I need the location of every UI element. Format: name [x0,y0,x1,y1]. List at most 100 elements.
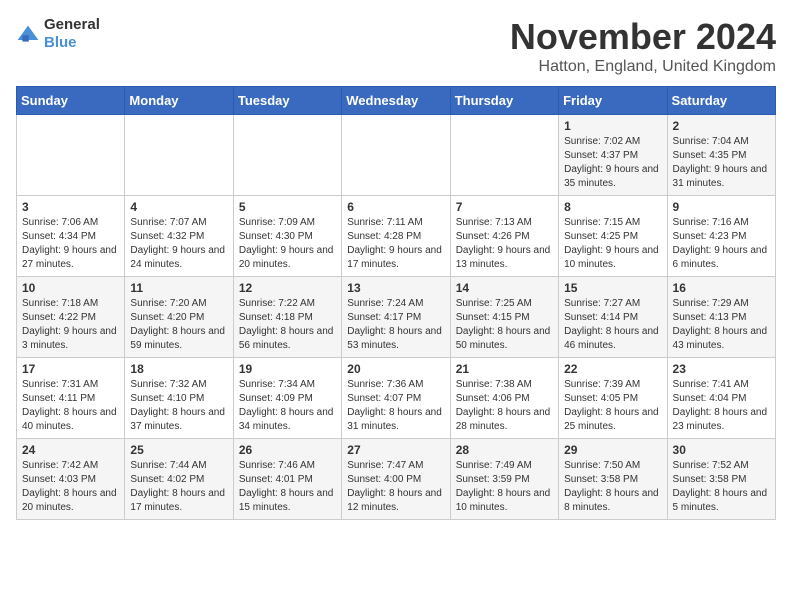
day-info: Sunrise: 7:16 AM Sunset: 4:23 PM Dayligh… [673,216,770,272]
day-number: 10 [22,281,119,295]
calendar-week-1: 1Sunrise: 7:02 AM Sunset: 4:37 PM Daylig… [17,115,776,196]
day-number: 17 [22,362,119,376]
logo-blue: Blue [44,34,77,51]
day-info: Sunrise: 7:31 AM Sunset: 4:11 PM Dayligh… [22,378,119,434]
calendar-week-4: 17 Sunrise: 7:31 AM Sunset: 4:11 PM Dayli… [17,358,776,439]
calendar-cell [125,115,233,196]
day-info: Sunrise: 7:09 AM Sunset: 4:30 PM Dayligh… [239,216,336,272]
calendar-cell: 2Sunrise: 7:04 AM Sunset: 4:35 PM Daylig… [667,115,775,196]
calendar-cell: 16Sunrise: 7:29 AM Sunset: 4:13 PM Dayli… [667,277,775,358]
logo-icon [16,24,40,44]
calendar-cell: 15 Sunrise: 7:27 AM Sunset: 4:14 PM Dayli… [559,277,667,358]
day-number: 5 [239,200,336,214]
day-info: Sunrise: 7:36 AM Sunset: 4:07 PM Dayligh… [347,378,444,434]
day-header-friday: Friday [559,87,667,115]
day-number: 11 [130,281,227,295]
calendar-cell: 29 Sunrise: 7:50 AM Sunset: 3:58 PM Dayli… [559,439,667,520]
calendar-cell: 5 Sunrise: 7:09 AM Sunset: 4:30 PM Daylig… [233,196,341,277]
day-info: Sunrise: 7:39 AM Sunset: 4:05 PM Dayligh… [564,378,661,434]
day-info: Sunrise: 7:04 AM Sunset: 4:35 PM Dayligh… [673,135,770,191]
calendar-cell: 3 Sunrise: 7:06 AM Sunset: 4:34 PM Daylig… [17,196,125,277]
calendar-cell: 19 Sunrise: 7:34 AM Sunset: 4:09 PM Dayli… [233,358,341,439]
day-number: 14 [456,281,553,295]
day-info: Sunrise: 7:46 AM Sunset: 4:01 PM Dayligh… [239,459,336,515]
day-info: Sunrise: 7:22 AM Sunset: 4:18 PM Dayligh… [239,297,336,353]
calendar-cell: 21 Sunrise: 7:38 AM Sunset: 4:06 PM Dayli… [450,358,558,439]
logo-general: General [44,16,100,33]
day-number: 7 [456,200,553,214]
calendar-cell: 7Sunrise: 7:13 AM Sunset: 4:26 PM Daylig… [450,196,558,277]
calendar-cell [450,115,558,196]
calendar-cell: 12 Sunrise: 7:22 AM Sunset: 4:18 PM Dayli… [233,277,341,358]
calendar-cell: 14 Sunrise: 7:25 AM Sunset: 4:15 PM Dayli… [450,277,558,358]
day-number: 27 [347,443,444,457]
day-info: Sunrise: 7:18 AM Sunset: 4:22 PM Dayligh… [22,297,119,353]
calendar-cell: 30 Sunrise: 7:52 AM Sunset: 3:58 PM Dayli… [667,439,775,520]
day-number: 22 [564,362,661,376]
calendar-table: SundayMondayTuesdayWednesdayThursdayFrid… [16,86,776,520]
calendar-cell: 17 Sunrise: 7:31 AM Sunset: 4:11 PM Dayli… [17,358,125,439]
day-info: Sunrise: 7:11 AM Sunset: 4:28 PM Dayligh… [347,216,444,272]
day-info: Sunrise: 7:50 AM Sunset: 3:58 PM Dayligh… [564,459,661,515]
calendar-cell [342,115,450,196]
calendar-cell: 24Sunrise: 7:42 AM Sunset: 4:03 PM Dayli… [17,439,125,520]
day-info: Sunrise: 7:07 AM Sunset: 4:32 PM Dayligh… [130,216,227,272]
calendar-body: 1Sunrise: 7:02 AM Sunset: 4:37 PM Daylig… [17,115,776,520]
calendar-cell: 11 Sunrise: 7:20 AM Sunset: 4:20 PM Dayli… [125,277,233,358]
day-info: Sunrise: 7:38 AM Sunset: 4:06 PM Dayligh… [456,378,553,434]
day-info: Sunrise: 7:34 AM Sunset: 4:09 PM Dayligh… [239,378,336,434]
calendar-cell: 20Sunrise: 7:36 AM Sunset: 4:07 PM Dayli… [342,358,450,439]
calendar-week-2: 3 Sunrise: 7:06 AM Sunset: 4:34 PM Daylig… [17,196,776,277]
day-header-thursday: Thursday [450,87,558,115]
day-header-sunday: Sunday [17,87,125,115]
calendar-cell: 25 Sunrise: 7:44 AM Sunset: 4:02 PM Dayli… [125,439,233,520]
calendar-cell: 6 Sunrise: 7:11 AM Sunset: 4:28 PM Daylig… [342,196,450,277]
calendar-cell: 26 Sunrise: 7:46 AM Sunset: 4:01 PM Dayli… [233,439,341,520]
calendar-cell: 13 Sunrise: 7:24 AM Sunset: 4:17 PM Dayli… [342,277,450,358]
day-info: Sunrise: 7:24 AM Sunset: 4:17 PM Dayligh… [347,297,444,353]
day-number: 4 [130,200,227,214]
calendar-cell: 4 Sunrise: 7:07 AM Sunset: 4:32 PM Daylig… [125,196,233,277]
day-header-saturday: Saturday [667,87,775,115]
day-header-tuesday: Tuesday [233,87,341,115]
calendar-cell: 1Sunrise: 7:02 AM Sunset: 4:37 PM Daylig… [559,115,667,196]
day-number: 3 [22,200,119,214]
day-number: 12 [239,281,336,295]
calendar-cell: 8Sunrise: 7:15 AM Sunset: 4:25 PM Daylig… [559,196,667,277]
day-number: 1 [564,119,661,133]
calendar-week-3: 10 Sunrise: 7:18 AM Sunset: 4:22 PM Dayli… [17,277,776,358]
title-area: November 2024 Hatton, England, United Ki… [510,16,776,76]
day-info: Sunrise: 7:20 AM Sunset: 4:20 PM Dayligh… [130,297,227,353]
calendar-cell: 18Sunrise: 7:32 AM Sunset: 4:10 PM Dayli… [125,358,233,439]
day-number: 30 [673,443,770,457]
day-number: 15 [564,281,661,295]
day-header-monday: Monday [125,87,233,115]
calendar-cell: 28Sunrise: 7:49 AM Sunset: 3:59 PM Dayli… [450,439,558,520]
day-info: Sunrise: 7:47 AM Sunset: 4:00 PM Dayligh… [347,459,444,515]
calendar-cell: 9 Sunrise: 7:16 AM Sunset: 4:23 PM Daylig… [667,196,775,277]
day-info: Sunrise: 7:27 AM Sunset: 4:14 PM Dayligh… [564,297,661,353]
calendar-cell: 10 Sunrise: 7:18 AM Sunset: 4:22 PM Dayli… [17,277,125,358]
day-number: 24 [22,443,119,457]
day-number: 19 [239,362,336,376]
day-number: 29 [564,443,661,457]
day-number: 13 [347,281,444,295]
day-number: 26 [239,443,336,457]
day-info: Sunrise: 7:06 AM Sunset: 4:34 PM Dayligh… [22,216,119,272]
calendar-cell: 22 Sunrise: 7:39 AM Sunset: 4:05 PM Dayli… [559,358,667,439]
day-number: 9 [673,200,770,214]
day-info: Sunrise: 7:44 AM Sunset: 4:02 PM Dayligh… [130,459,227,515]
day-info: Sunrise: 7:52 AM Sunset: 3:58 PM Dayligh… [673,459,770,515]
day-number: 23 [673,362,770,376]
calendar-cell [233,115,341,196]
month-title: November 2024 [510,16,776,58]
calendar-cell: 27 Sunrise: 7:47 AM Sunset: 4:00 PM Dayli… [342,439,450,520]
day-number: 21 [456,362,553,376]
day-info: Sunrise: 7:41 AM Sunset: 4:04 PM Dayligh… [673,378,770,434]
day-number: 6 [347,200,444,214]
day-number: 25 [130,443,227,457]
calendar-cell: 23 Sunrise: 7:41 AM Sunset: 4:04 PM Dayli… [667,358,775,439]
calendar-header-row: SundayMondayTuesdayWednesdayThursdayFrid… [17,87,776,115]
header: General Blue November 2024 Hatton, Engla… [16,16,776,76]
day-info: Sunrise: 7:25 AM Sunset: 4:15 PM Dayligh… [456,297,553,353]
